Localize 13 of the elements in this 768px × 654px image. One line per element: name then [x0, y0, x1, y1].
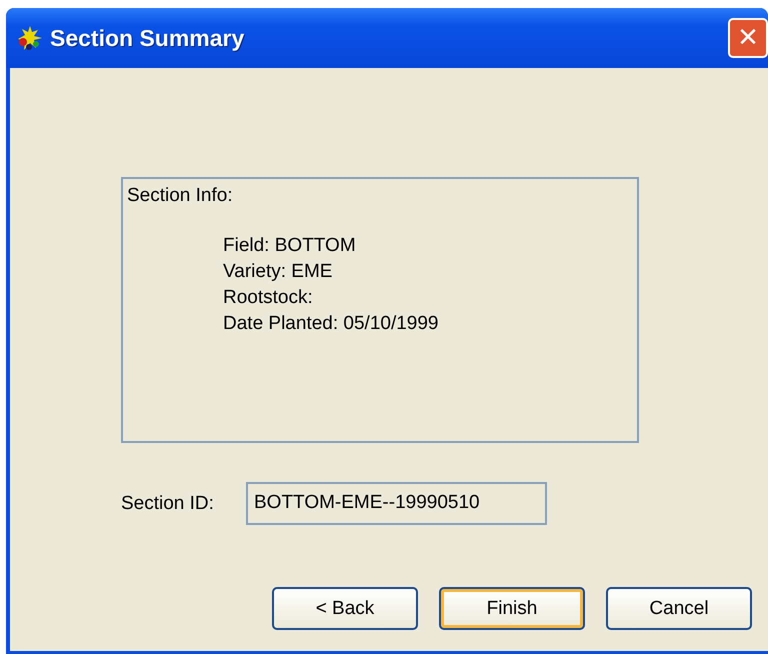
close-button[interactable]: ✕ [728, 18, 768, 58]
section-id-field: BOTTOM-EME--19990510 [246, 482, 547, 525]
window-title: Section Summary [50, 24, 246, 52]
app-icon [16, 24, 44, 52]
section-id-label: Section ID: [121, 492, 215, 514]
dialog-button[interactable]: Finish [439, 587, 585, 630]
section-info-heading: Section Info: [127, 185, 234, 207]
info-line: Field: BOTTOM [223, 234, 357, 258]
info-line: Date Planted: 05/10/1999 [223, 312, 440, 336]
dialog-button[interactable]: < Back [272, 587, 418, 630]
dialog-button[interactable]: Cancel [606, 587, 752, 630]
info-line: Rootstock: [223, 286, 314, 310]
info-line: Variety: EME [223, 260, 334, 284]
